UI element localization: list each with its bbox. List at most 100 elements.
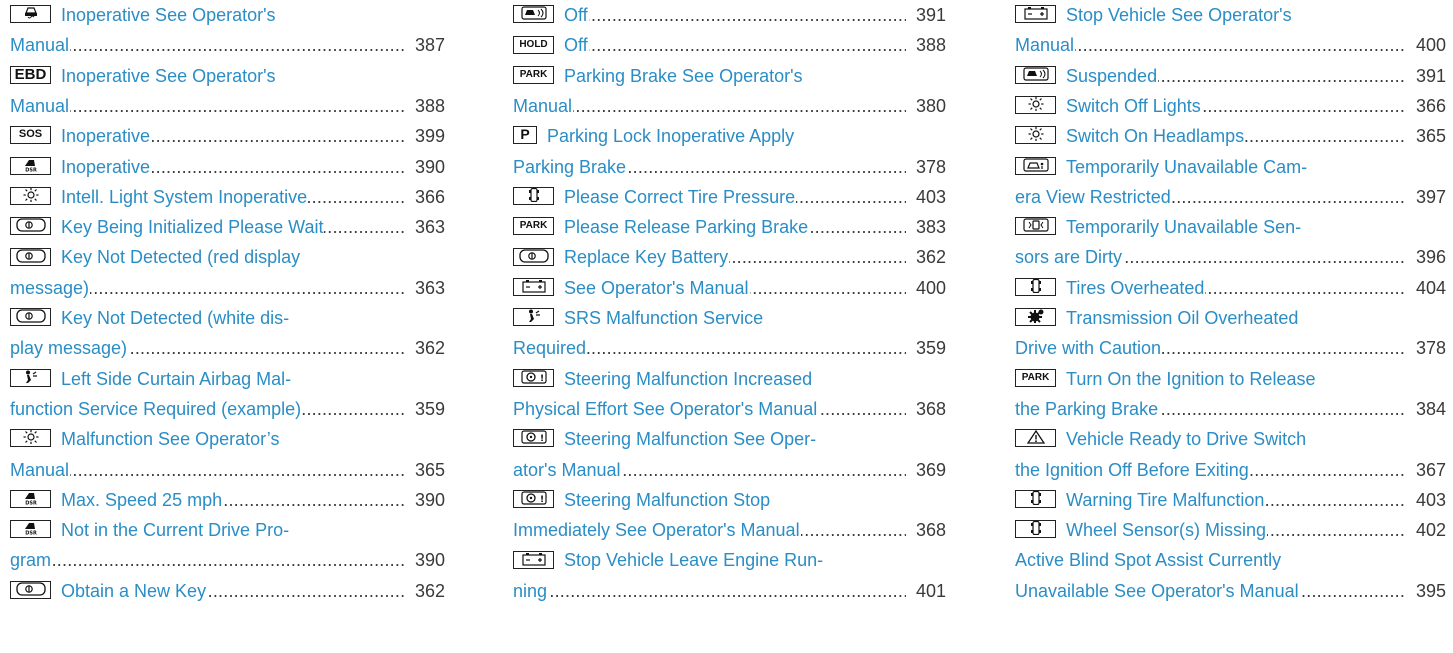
index-entry-line[interactable]: ........................................… bbox=[10, 333, 445, 363]
index-entry-line[interactable]: Stop Vehicle Leave Engine Run- bbox=[513, 545, 946, 575]
index-entry-line[interactable]: ........................................… bbox=[513, 576, 946, 606]
index-entry-line[interactable]: ........................................… bbox=[513, 182, 946, 212]
index-entry-line[interactable]: PARK Parking Brake See Operator's bbox=[513, 61, 946, 91]
entry-text: Vehicle Ready to Drive Switch bbox=[1066, 429, 1307, 450]
index-entry-line[interactable]: Vehicle Ready to Drive Switch bbox=[1015, 424, 1446, 454]
entry-text: Not in the Current Drive Pro- bbox=[61, 520, 290, 541]
index-entry-line[interactable]: ........................................… bbox=[513, 91, 946, 121]
index-entry-line[interactable]: ........................................… bbox=[513, 30, 946, 60]
index-entry-line[interactable]: EBD Inoperative See Operator's bbox=[10, 61, 445, 91]
page-number: 388 bbox=[915, 35, 946, 56]
index-entry-line[interactable]: ........................................… bbox=[10, 545, 445, 575]
index-entry-line[interactable]: ........................................… bbox=[10, 485, 445, 515]
entry-content: ning bbox=[513, 580, 549, 601]
index-entry-line[interactable]: ........................................… bbox=[1015, 182, 1446, 212]
page-number: 366 bbox=[1415, 95, 1446, 116]
index-entry-line[interactable]: ........................................… bbox=[513, 515, 946, 545]
entry-text: Key Being Initialized Please Wait bbox=[61, 217, 324, 238]
entry-content: Key Being Initialized Please Wait bbox=[10, 217, 325, 238]
entry-content: Manual bbox=[10, 95, 71, 116]
entry-content: ! Steering Malfunction Stop bbox=[513, 489, 772, 510]
index-entry-line[interactable]: Active Blind Spot Assist Currently bbox=[1015, 545, 1446, 575]
index-entry-line[interactable]: ........................................… bbox=[1015, 91, 1446, 121]
airbag-icon bbox=[513, 308, 554, 327]
index-entry-line[interactable]: ........................................… bbox=[513, 333, 946, 363]
index-entry-line[interactable]: ........................................… bbox=[1015, 485, 1446, 515]
entry-text: play message) bbox=[10, 338, 128, 359]
ebd-icon: EBD bbox=[10, 65, 51, 84]
entry-content: gram bbox=[10, 550, 53, 571]
entry-content: Manual bbox=[10, 459, 71, 480]
index-entry-line[interactable]: ........................................… bbox=[1015, 242, 1446, 272]
entry-content: the Parking Brake bbox=[1015, 398, 1160, 419]
page-number: 390 bbox=[414, 156, 445, 177]
index-entry-line[interactable]: Transmission Oil Overheated bbox=[1015, 303, 1446, 333]
entry-text: Obtain a New Key bbox=[61, 580, 207, 601]
index-entry-line[interactable]: Inoperative See Operator's bbox=[10, 0, 445, 30]
index-entry-line[interactable]: ........................................… bbox=[1015, 121, 1446, 151]
index-entry-line[interactable]: ! Steering Malfunction See Oper- bbox=[513, 424, 946, 454]
page-number: 402 bbox=[1415, 520, 1446, 541]
index-entry-line[interactable]: ........................................… bbox=[10, 91, 445, 121]
svg-text:DSR: DSR bbox=[25, 531, 37, 536]
index-entry-line[interactable]: ........................................… bbox=[10, 455, 445, 485]
index-entry-line[interactable]: ........................................… bbox=[1015, 455, 1446, 485]
index-entry-line[interactable]: ........................................… bbox=[10, 152, 445, 182]
entry-text: Manual bbox=[10, 459, 70, 480]
entry-content: SRS Malfunction Service bbox=[513, 308, 765, 328]
index-entry-line[interactable]: ........................................… bbox=[10, 273, 445, 303]
index-entry-line[interactable]: ........................................… bbox=[513, 273, 946, 303]
entry-content: PARK Please Release Parking Brake bbox=[513, 217, 810, 238]
index-entry-line[interactable]: ........................................… bbox=[1015, 30, 1446, 60]
index-entry-line[interactable]: ........................................… bbox=[1015, 333, 1446, 363]
index-entry-line[interactable]: ! Steering Malfunction Stop bbox=[513, 485, 946, 515]
index-entry-line[interactable]: ........................................… bbox=[513, 0, 946, 30]
index-entry-line[interactable]: Left Side Curtain Airbag Mal- bbox=[10, 364, 445, 394]
page-number: 390 bbox=[414, 489, 445, 510]
index-entry-line[interactable]: ........................................… bbox=[10, 182, 445, 212]
index-entry-line[interactable]: Temporarily Unavailable Sen- bbox=[1015, 212, 1446, 242]
index-entry-line[interactable]: Malfunction See Operator’s bbox=[10, 424, 445, 454]
entry-content: Replace Key Battery bbox=[513, 247, 730, 268]
index-entry-line[interactable]: Key Not Detected (red display bbox=[10, 242, 445, 272]
index-entry-line[interactable]: ........................................… bbox=[1015, 576, 1446, 606]
index-entry-line[interactable]: ........................................… bbox=[1015, 273, 1446, 303]
entry-text: Please Correct Tire Pressure bbox=[564, 186, 796, 207]
index-entry-line[interactable]: ........................................… bbox=[513, 455, 946, 485]
page-number: 391 bbox=[915, 5, 946, 25]
index-entry-line[interactable]: ........................................… bbox=[513, 152, 946, 182]
index-entry-line[interactable]: ........................................… bbox=[513, 242, 946, 272]
index-entry-line[interactable]: Stop Vehicle See Operator's bbox=[1015, 0, 1446, 30]
index-entry-line[interactable]: Key Not Detected (white dis- bbox=[10, 303, 445, 333]
index-entry-line[interactable]: ........................................… bbox=[10, 30, 445, 60]
index-entry-line[interactable]: Temporarily Unavailable Cam- bbox=[1015, 152, 1446, 182]
index-entry-line[interactable]: ! Steering Malfunction Increased bbox=[513, 364, 946, 394]
tire-icon bbox=[1015, 520, 1056, 539]
index-entry-line[interactable]: ........................................… bbox=[10, 576, 445, 606]
index-entry-line[interactable]: ........................................… bbox=[513, 212, 946, 242]
entry-text: function Service Required (example) bbox=[10, 398, 302, 419]
car-sensor-icon bbox=[513, 5, 554, 24]
index-entry-line[interactable]: ........................................… bbox=[513, 394, 946, 424]
index-entry-line[interactable]: PARK Turn On the Ignition to Release bbox=[1015, 364, 1446, 394]
index-entry-line[interactable]: P Parking Lock Inoperative Apply bbox=[513, 121, 946, 151]
entry-text: Inoperative See Operator's bbox=[61, 65, 276, 86]
entry-text: Transmission Oil Overheated bbox=[1066, 308, 1299, 328]
index-entry-line[interactable]: SRS Malfunction Service bbox=[513, 303, 946, 333]
index-entry-line[interactable]: ........................................… bbox=[1015, 394, 1446, 424]
page-number: 400 bbox=[915, 277, 946, 298]
index-entry-line[interactable]: DSR Not in the Current Drive Pro- bbox=[10, 515, 445, 545]
index-entry-line[interactable]: ........................................… bbox=[1015, 61, 1446, 91]
sensor-icon bbox=[1015, 217, 1056, 236]
index-entry-line[interactable]: ........................................… bbox=[10, 212, 445, 242]
entry-text: Wheel Sensor(s) Missing bbox=[1066, 520, 1267, 541]
svg-text:DSR: DSR bbox=[25, 167, 37, 172]
index-entry-line[interactable]: ........................................… bbox=[1015, 515, 1446, 545]
entry-content: Manual bbox=[1015, 35, 1076, 56]
entry-text: Manual bbox=[1015, 35, 1075, 56]
index-entry-line[interactable]: ........................................… bbox=[10, 121, 445, 151]
entry-content: Manual bbox=[10, 35, 71, 56]
index-entry-line[interactable]: ........................................… bbox=[10, 394, 445, 424]
tire-icon bbox=[513, 187, 554, 206]
page-number: 384 bbox=[1415, 398, 1446, 419]
